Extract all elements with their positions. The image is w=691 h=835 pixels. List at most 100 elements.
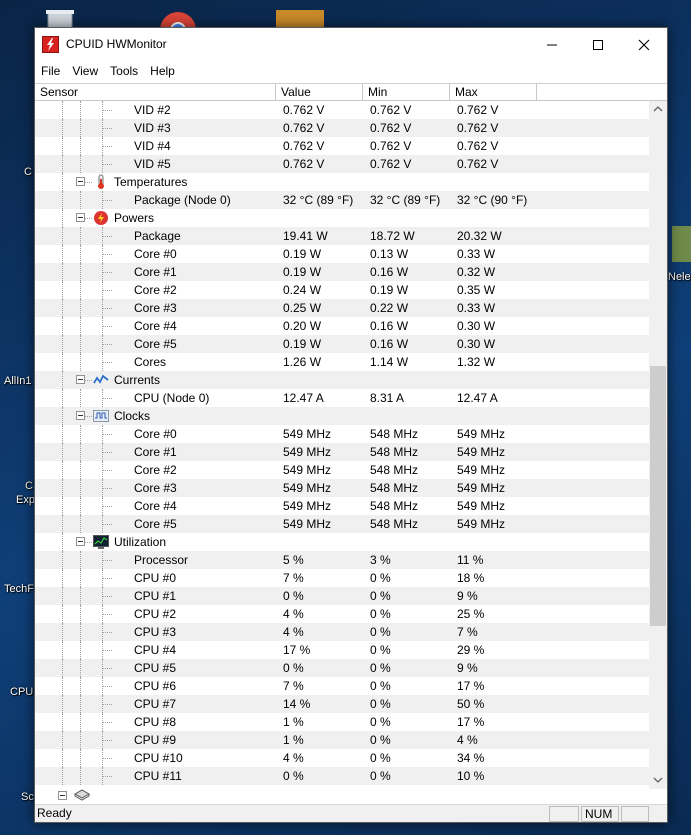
sensor-row[interactable]: CPU (Node 0) 12.47 A 8.31 A 12.47 A xyxy=(35,389,649,407)
sensor-row[interactable]: CPU #9 1 % 0 % 4 % xyxy=(35,731,649,749)
minimize-icon xyxy=(547,44,557,45)
collapse-toggle[interactable] xyxy=(76,411,85,420)
sensor-row[interactable]: Package (Node 0) 32 °C (89 °F) 32 °C (89 °… xyxy=(35,191,649,209)
sensor-row[interactable]: CPU #0 7 % 0 % 18 % xyxy=(35,569,649,587)
desktop-label[interactable]: Sc xyxy=(21,791,34,803)
sensor-row[interactable]: Core #3 0.25 W 0.22 W 0.33 W xyxy=(35,299,649,317)
sensor-row[interactable]: CPU #4 17 % 0 % 29 % xyxy=(35,641,649,659)
sensor-row[interactable]: Core #0 549 MHz 548 MHz 549 MHz xyxy=(35,425,649,443)
tree-connector xyxy=(62,371,63,389)
sensor-label: Core #1 xyxy=(134,445,177,459)
sensor-row[interactable]: CPU #11 0 % 0 % 10 % xyxy=(35,767,649,785)
tree-connector xyxy=(80,695,81,713)
sensor-row[interactable]: Core #5 0.19 W 0.16 W 0.30 W xyxy=(35,335,649,353)
sensor-row[interactable]: Processor 5 % 3 % 11 % xyxy=(35,551,649,569)
sensor-label: VID #5 xyxy=(134,157,171,171)
desktop-shortcut-icon[interactable] xyxy=(672,226,691,262)
thermometer-icon xyxy=(93,174,109,190)
sensor-label: Core #3 xyxy=(134,481,177,495)
sensor-row[interactable]: CPU #6 7 % 0 % 17 % xyxy=(35,677,649,695)
sensor-row[interactable]: Core #2 0.24 W 0.19 W 0.35 W xyxy=(35,281,649,299)
sensor-value: 0 % xyxy=(283,661,304,675)
sensor-value: 7 % xyxy=(283,571,304,585)
collapse-toggle[interactable] xyxy=(76,177,85,186)
sensor-row[interactable]: Core #1 0.19 W 0.16 W 0.32 W xyxy=(35,263,649,281)
sensor-group-row[interactable]: Clocks xyxy=(35,407,649,425)
sensor-row[interactable]: VID #5 0.762 V 0.762 V 0.762 V xyxy=(35,155,649,173)
maximize-button[interactable] xyxy=(575,28,621,61)
header-max[interactable]: Max xyxy=(450,84,537,101)
sensor-row[interactable]: CPU #8 1 % 0 % 17 % xyxy=(35,713,649,731)
sensor-row[interactable]: CPU #3 4 % 0 % 7 % xyxy=(35,623,649,641)
tree-connector xyxy=(102,560,112,561)
sensor-row[interactable]: Core #4 549 MHz 548 MHz 549 MHz xyxy=(35,497,649,515)
sensor-tree[interactable]: VID #2 0.762 V 0.762 V 0.762 V VID #3 0.762 V… xyxy=(35,101,649,789)
sensor-group-row[interactable]: Powers xyxy=(35,209,649,227)
desktop-label[interactable]: AllIn1 xyxy=(4,375,32,387)
tree-connector xyxy=(102,596,112,597)
sensor-group-row[interactable]: Temperatures xyxy=(35,173,649,191)
hwmonitor-app-icon[interactable] xyxy=(42,36,59,53)
sensor-row[interactable]: Core #3 549 MHz 548 MHz 549 MHz xyxy=(35,479,649,497)
sensor-min: 18.72 W xyxy=(370,229,415,243)
tree-connector xyxy=(62,353,63,371)
sensor-row[interactable]: Core #4 0.20 W 0.16 W 0.30 W xyxy=(35,317,649,335)
sensor-row[interactable]: Core #1 549 MHz 548 MHz 549 MHz xyxy=(35,443,649,461)
sensor-value: 0.19 W xyxy=(283,247,322,261)
desktop-label[interactable]: Nele xyxy=(668,271,691,283)
sensor-max: 1.32 W xyxy=(457,355,496,369)
sensor-row[interactable]: VID #2 0.762 V 0.762 V 0.762 V xyxy=(35,101,649,119)
header-sensor[interactable]: Sensor xyxy=(35,84,276,101)
desktop-label[interactable]: C xyxy=(24,166,32,178)
sensor-max: 549 MHz xyxy=(457,427,506,441)
scroll-up-icon[interactable] xyxy=(653,105,663,113)
minimize-button[interactable] xyxy=(529,28,575,61)
sensor-group-row[interactable]: Currents xyxy=(35,371,649,389)
sensor-row[interactable]: Core #5 549 MHz 548 MHz 549 MHz xyxy=(35,515,649,533)
sensor-row[interactable]: VID #4 0.762 V 0.762 V 0.762 V xyxy=(35,137,649,155)
vertical-scrollbar[interactable] xyxy=(649,101,667,789)
sensor-row[interactable]: CPU #5 0 % 0 % 9 % xyxy=(35,659,649,677)
menu-file[interactable]: File xyxy=(35,61,66,81)
header-value[interactable]: Value xyxy=(276,84,363,101)
desktop-label[interactable]: Exp xyxy=(16,494,35,506)
menu-help[interactable]: Help xyxy=(144,61,181,81)
sensor-row[interactable]: CPU #2 4 % 0 % 25 % xyxy=(35,605,649,623)
sensor-max: 549 MHz xyxy=(457,481,506,495)
collapse-toggle[interactable] xyxy=(76,213,85,222)
device-row[interactable] xyxy=(35,789,667,803)
menu-tools[interactable]: Tools xyxy=(104,61,144,81)
tree-connector xyxy=(62,173,63,191)
sensor-label: CPU #3 xyxy=(134,625,177,639)
sensor-row[interactable]: CPU #1 0 % 0 % 9 % xyxy=(35,587,649,605)
header-min[interactable]: Min xyxy=(363,84,450,101)
sensor-row[interactable]: Cores 1.26 W 1.14 W 1.32 W xyxy=(35,353,649,371)
scroll-down-icon[interactable] xyxy=(653,776,663,784)
status-panel-empty xyxy=(549,806,579,822)
collapse-toggle[interactable] xyxy=(76,537,85,546)
tree-connector xyxy=(102,470,112,471)
collapse-toggle[interactable] xyxy=(58,791,67,800)
desktop-label[interactable]: CPU xyxy=(10,686,33,698)
collapse-toggle[interactable] xyxy=(76,375,85,384)
sensor-value: 0.762 V xyxy=(283,121,325,135)
tree-connector xyxy=(62,677,63,695)
scrollbar-thumb[interactable] xyxy=(650,366,666,626)
tree-connector xyxy=(102,650,112,651)
desktop-label[interactable]: C xyxy=(25,480,33,492)
sensor-row[interactable]: CPU #10 4 % 0 % 34 % xyxy=(35,749,649,767)
tree-connector xyxy=(102,398,112,399)
sensor-group-row[interactable]: Utilization xyxy=(35,533,649,551)
sensor-row[interactable]: CPU #7 14 % 0 % 50 % xyxy=(35,695,649,713)
sensor-row[interactable]: VID #3 0.762 V 0.762 V 0.762 V xyxy=(35,119,649,137)
close-button[interactable] xyxy=(621,28,667,61)
sensor-row[interactable]: Package 19.41 W 18.72 W 20.32 W xyxy=(35,227,649,245)
sensor-row[interactable]: Core #0 0.19 W 0.13 W 0.33 W xyxy=(35,245,649,263)
menu-view[interactable]: View xyxy=(66,61,104,81)
sensor-row[interactable]: Core #2 549 MHz 548 MHz 549 MHz xyxy=(35,461,649,479)
sensor-min: 3 % xyxy=(370,553,391,567)
title-bar[interactable]: CPUID HWMonitor xyxy=(35,28,667,61)
desktop-label[interactable]: TechF xyxy=(4,583,34,595)
tree-connector xyxy=(62,533,63,551)
tree-connector xyxy=(102,308,112,309)
